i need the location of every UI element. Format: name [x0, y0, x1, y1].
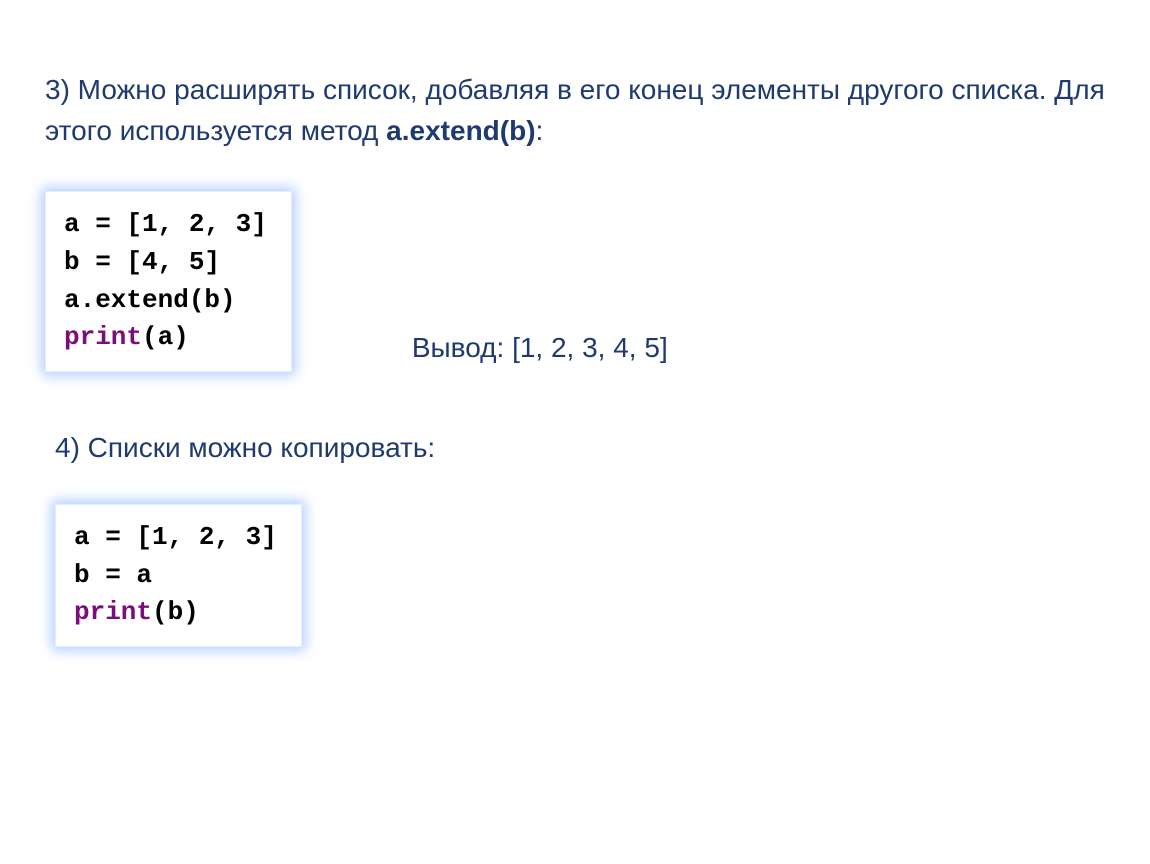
print-keyword-2: print: [74, 597, 152, 627]
code-line-4-rest: (a): [142, 322, 189, 352]
section-4-heading: 4) Списки можно копировать:: [55, 432, 1105, 464]
print-keyword: print: [64, 322, 142, 352]
code-block-extend: a = [1, 2, 3] b = [4, 5] a.extend(b) pri…: [45, 191, 292, 372]
code-line-1: a = [1, 2, 3]: [64, 209, 267, 239]
section-3-row: a = [1, 2, 3] b = [4, 5] a.extend(b) pri…: [45, 191, 1105, 372]
section-3-method: a.extend(b): [386, 115, 535, 146]
code2-line-2: b = a: [74, 560, 152, 590]
output-label: Вывод:: [412, 332, 512, 363]
output-value: [1, 2, 3, 4, 5]: [512, 332, 668, 363]
output-line: Вывод: [1, 2, 3, 4, 5]: [412, 332, 668, 372]
code-line-3: a.extend(b): [64, 285, 236, 315]
section-4-code-wrap: a = [1, 2, 3] b = a print(b): [55, 504, 1105, 647]
code-block-copy: a = [1, 2, 3] b = a print(b): [55, 504, 302, 647]
code2-line-3-rest: (b): [152, 597, 199, 627]
section-3-colon: :: [536, 115, 544, 146]
code-line-2: b = [4, 5]: [64, 247, 220, 277]
section-3-paragraph: 3) Можно расширять список, добавляя в ег…: [45, 70, 1105, 151]
section-3-text: 3) Можно расширять список, добавляя в ег…: [45, 74, 1105, 146]
code2-line-1: a = [1, 2, 3]: [74, 522, 277, 552]
